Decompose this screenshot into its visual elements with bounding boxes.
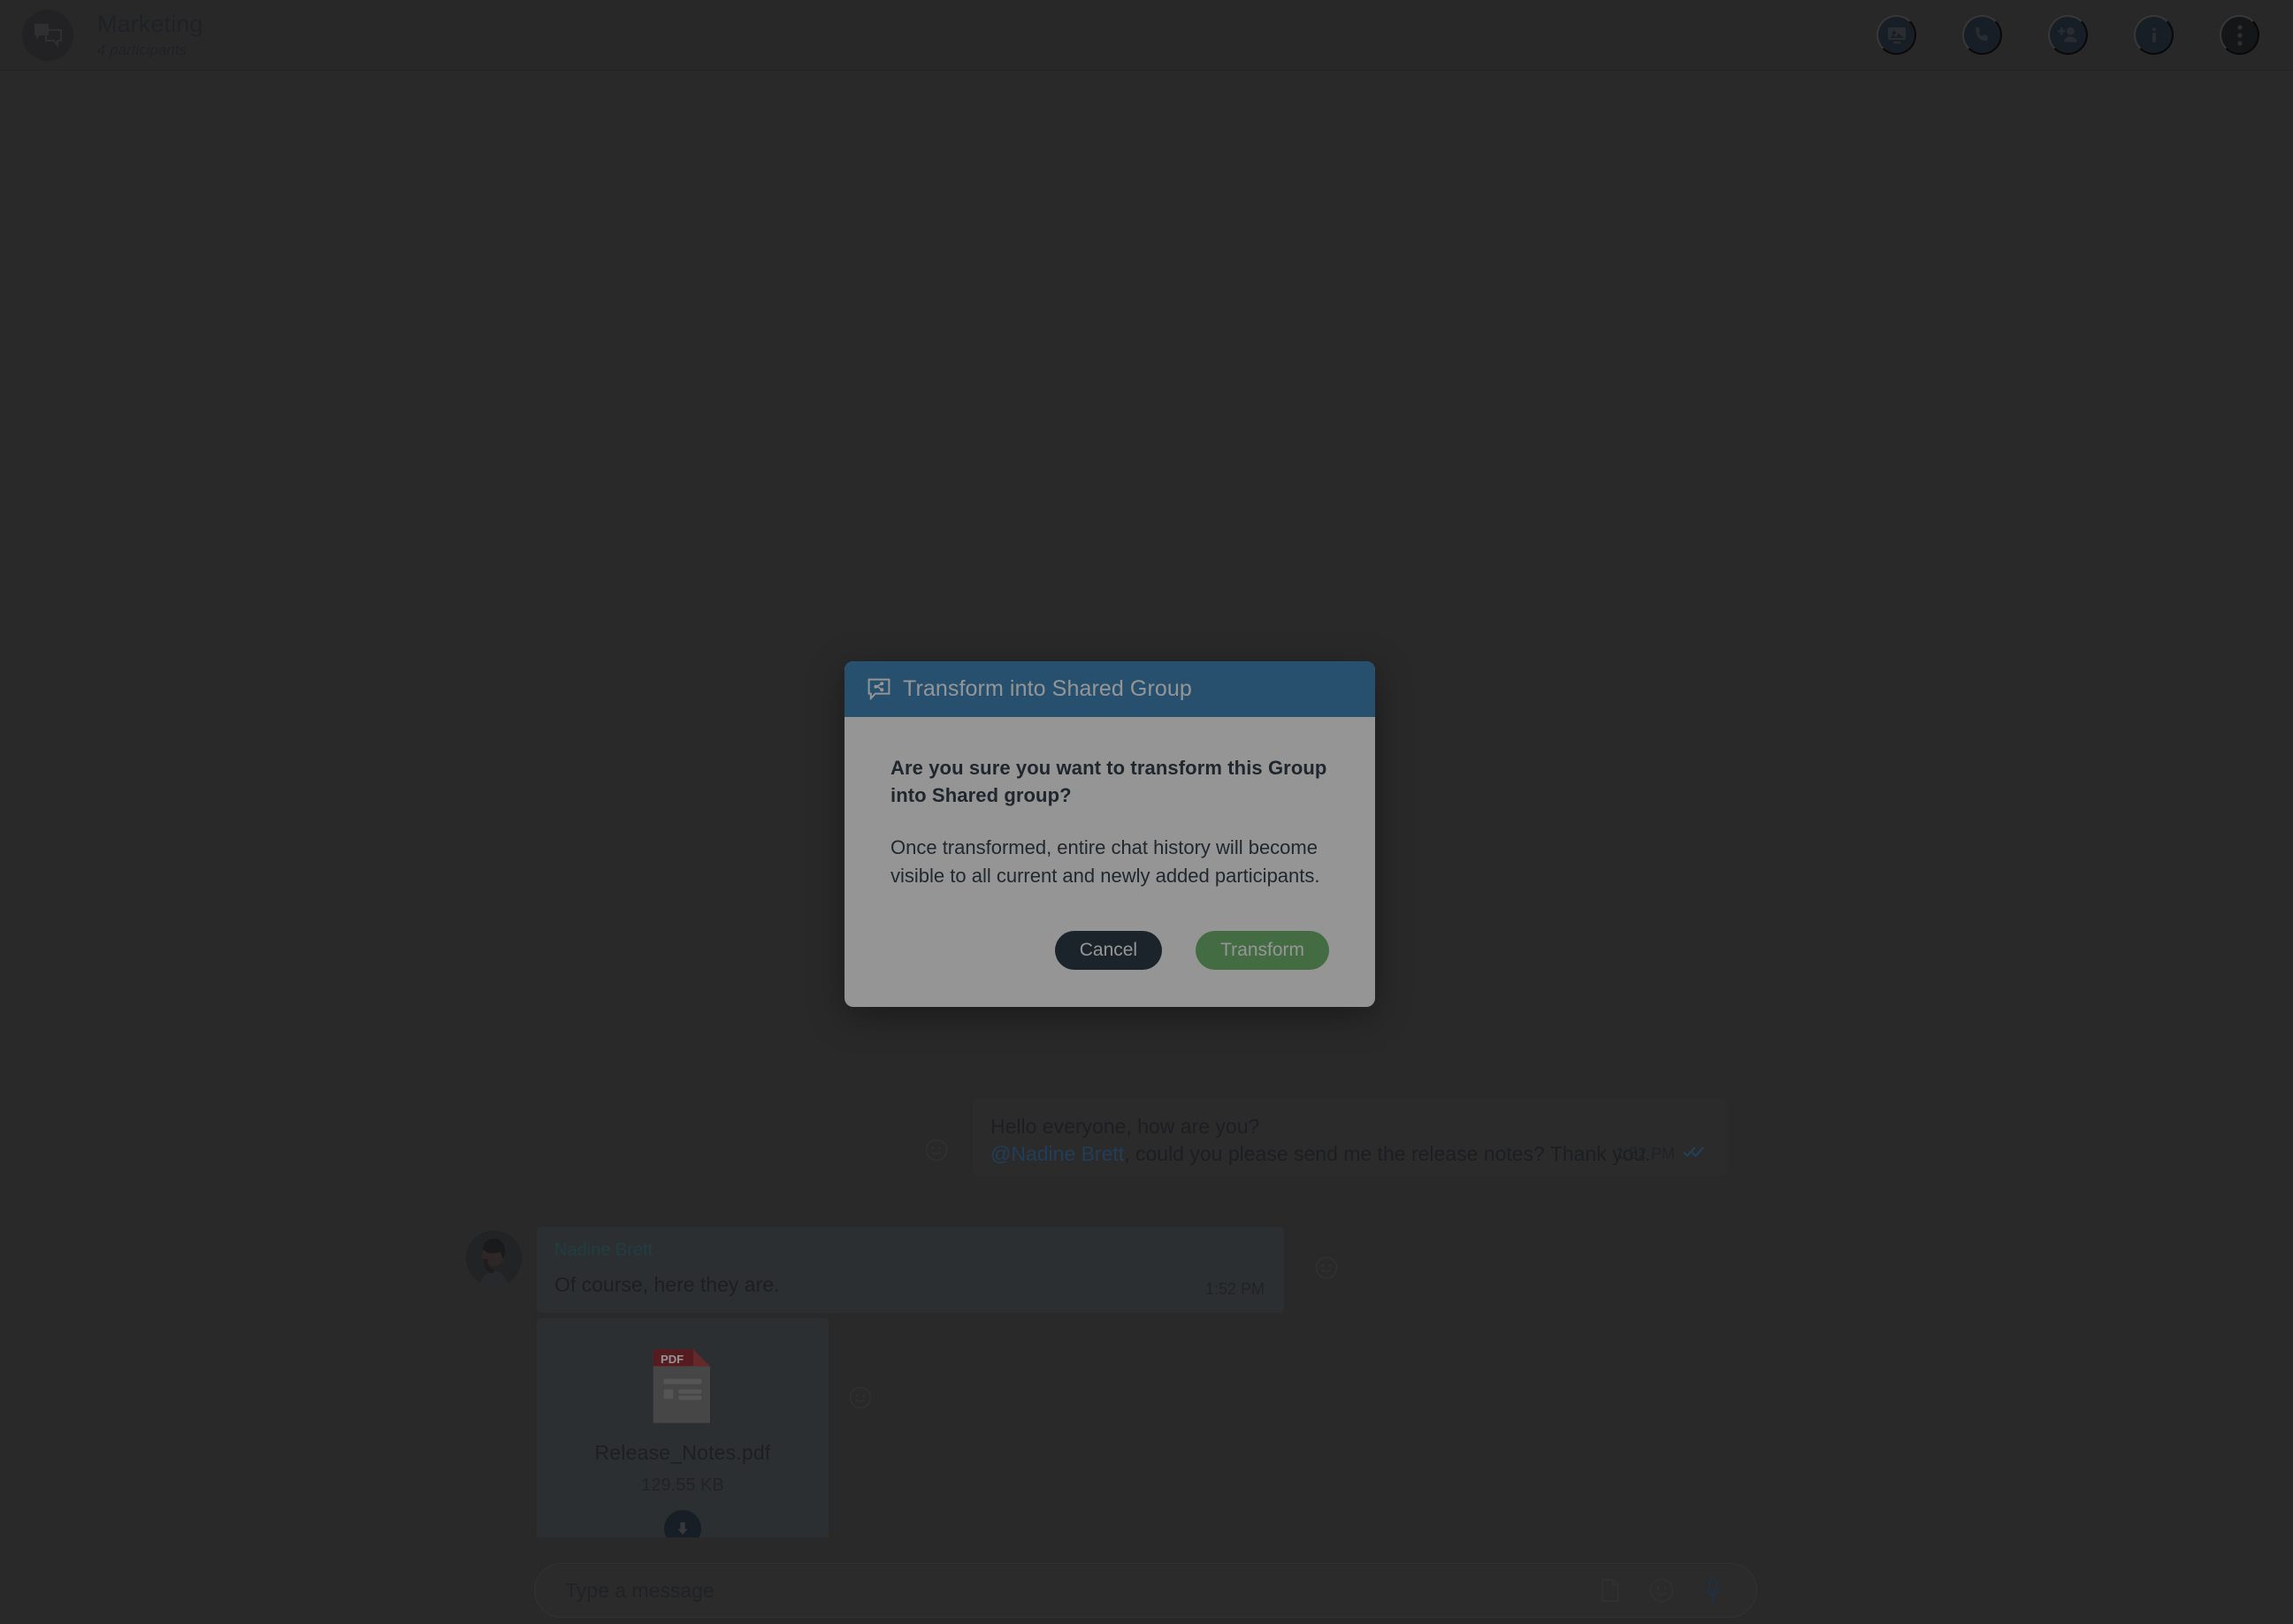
chat-application: Marketing 4 participants Hello everyone,… — [0, 0, 2293, 1624]
modal-overlay[interactable] — [0, 0, 2293, 1624]
